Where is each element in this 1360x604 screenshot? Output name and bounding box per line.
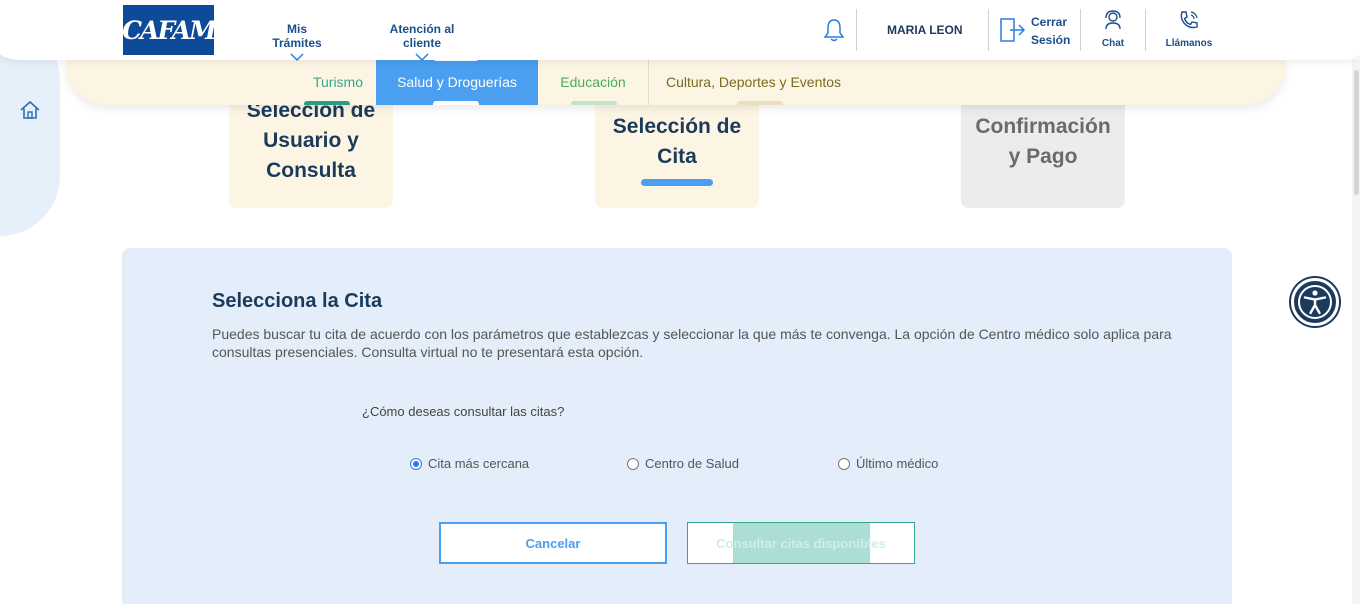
radio-label: Último médico [856,456,939,471]
nav-label: Atención al cliente [389,22,455,50]
category-tab-educacion[interactable]: Educación [538,60,648,105]
step-active-indicator [641,179,713,186]
nav-atencion-cliente[interactable]: Atención al cliente [370,22,474,62]
chevron-down-icon [415,53,429,62]
step-title-line: Consulta [266,159,356,182]
header-divider [1145,9,1146,51]
logout-label-line: Cerrar [1031,15,1068,29]
bell-icon[interactable] [823,18,845,42]
radio-indicator[interactable] [627,457,639,470]
logout-button[interactable]: Cerrar Sesión [1031,13,1070,49]
home-icon[interactable] [19,99,41,121]
radio-cita-mas-cercana[interactable]: Cita más cercana [410,456,529,471]
category-label: Cultura, Deportes y Eventos [665,74,842,90]
radio-label: Centro de Salud [645,456,739,471]
step-title-line: Confirmación [975,115,1111,138]
chat-button[interactable]: Chat [1098,9,1128,49]
accessibility-button[interactable] [1291,278,1339,326]
category-indicator [571,101,617,105]
call-label: Llámanos [1165,38,1213,49]
chat-label: Chat [1101,38,1125,49]
category-tab-turismo[interactable]: Turismo [300,60,376,105]
category-indicator [304,101,350,105]
step-title-line: Cita [657,145,697,168]
panel-title: Selecciona la Cita [212,290,383,312]
header-divider [1080,9,1081,51]
chevron-down-icon [290,53,304,62]
nav-mis-tramites[interactable]: Mis Trámites [262,22,332,62]
category-tab-cultura[interactable]: Cultura, Deportes y Eventos [648,60,858,105]
radio-centro-de-salud[interactable]: Centro de Salud [627,456,739,471]
logout-label-line: Sesión [1031,33,1071,47]
category-label: Educación [560,74,626,90]
consult-appointments-button[interactable]: Consultar citas disponibles [687,522,915,564]
appointment-search-panel: Selecciona la Cita Puedes buscar tu cita… [122,248,1232,604]
nav-label: Mis Trámites [272,22,322,50]
step-title-line: Usuario y [263,129,359,152]
user-name[interactable]: MARIA LEON [887,23,963,37]
radio-label: Cita más cercana [428,456,530,471]
radio-indicator[interactable] [410,457,422,470]
step-title-line: y Pago [1008,145,1078,168]
category-indicator [737,101,783,105]
logout-icon[interactable] [998,16,1026,44]
search-mode-question: ¿Cómo deseas consultar las citas? [362,404,565,419]
consult-button-label: Consultar citas disponibles [716,535,886,551]
panel-description: Puedes buscar tu cita de acuerdo con los… [212,326,1172,360]
category-tab-salud[interactable]: Salud y Droguerías [376,57,538,105]
category-bar: Turismo Salud y Droguerías Educación Cul… [66,57,1286,105]
call-button[interactable]: Llámanos [1163,9,1215,49]
header-divider [856,9,857,51]
header-divider [988,9,989,51]
radio-indicator[interactable] [838,457,850,470]
category-indicator [433,101,479,105]
headset-icon [1105,10,1121,30]
phone-icon [1180,11,1198,29]
category-label: Turismo [312,74,364,90]
category-label: Salud y Droguerías [397,74,517,90]
accessibility-icon [1298,285,1332,319]
cafam-logo[interactable]: CAFAM [122,5,217,55]
radio-ultimo-medico[interactable]: Último médico [838,456,938,471]
step-title-line: Selección de [612,115,742,138]
cancel-button[interactable]: Cancelar [439,522,667,564]
scrollbar-thumb[interactable] [1354,70,1359,195]
